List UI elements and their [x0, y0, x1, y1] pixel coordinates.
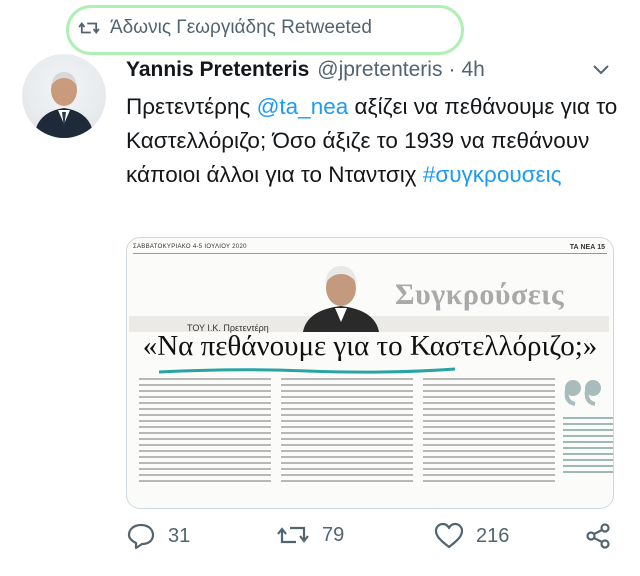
newspaper-header-right: ΤΑ ΝΕΑ 15	[569, 244, 605, 251]
like-count: 216	[476, 524, 510, 547]
quote-icon	[564, 380, 601, 406]
newspaper-headline: «Να πεθάνουμε για το Καστελλόριζο;»	[142, 330, 598, 362]
reply-button[interactable]: 31	[126, 522, 190, 550]
avatar[interactable]	[22, 54, 106, 138]
avatar-portrait	[34, 72, 94, 138]
newspaper-header-left: ΣΑΒΒΑΤΟΚΥΡΙΑΚΟ 4-5 ΙΟΥΛΙΟΥ 2020	[133, 244, 247, 250]
pull-quote	[563, 378, 613, 477]
tweet-text: Πρετεντέρης @ta_nea αξίζει να πεθάνουμε …	[126, 90, 626, 192]
columnist-photo	[303, 266, 379, 332]
reply-count: 31	[168, 524, 191, 547]
tweet-actions: 31 79 216	[126, 522, 626, 562]
tweet-media-image[interactable]: ΣΑΒΒΑΤΟΚΥΡΙΑΚΟ 4-5 ΙΟΥΛΙΟΥ 2020 ΤΑ ΝΕΑ 1…	[126, 237, 614, 509]
tweet-text-part: Πρετεντέρης	[126, 94, 257, 119]
retweet-icon	[277, 526, 309, 544]
headline-underline	[158, 367, 456, 374]
retweet-button[interactable]: 79	[276, 522, 344, 548]
author-handle[interactable]: @jpretenteris	[317, 58, 442, 82]
reply-icon	[127, 523, 155, 550]
share-button[interactable]	[584, 522, 624, 550]
tweet-time[interactable]: 4h	[461, 58, 484, 82]
separator-dot: ·	[448, 58, 456, 81]
newspaper-rule	[133, 253, 607, 254]
tweet-header: Yannis Pretenteris @jpretenteris · 4h	[126, 54, 626, 86]
chevron-down-icon[interactable]	[590, 60, 612, 78]
share-icon	[586, 523, 610, 549]
mention-link[interactable]: @ta_nea	[257, 94, 349, 119]
hashtag-link[interactable]: #συγκρουσεις	[423, 162, 562, 187]
retweet-icon	[78, 22, 100, 34]
retweet-label: Άδωνις Γεωργιάδης Retweeted	[110, 17, 372, 38]
retweet-count: 79	[322, 523, 345, 546]
column-title: Συγκρούσεις	[395, 278, 565, 311]
retweet-indicator[interactable]: Άδωνις Γεωργιάδης Retweeted	[78, 10, 372, 46]
heart-icon	[434, 522, 464, 549]
newspaper-body-text	[139, 378, 613, 498]
author-name[interactable]: Yannis Pretenteris	[126, 58, 309, 82]
like-button[interactable]: 216	[434, 522, 509, 550]
